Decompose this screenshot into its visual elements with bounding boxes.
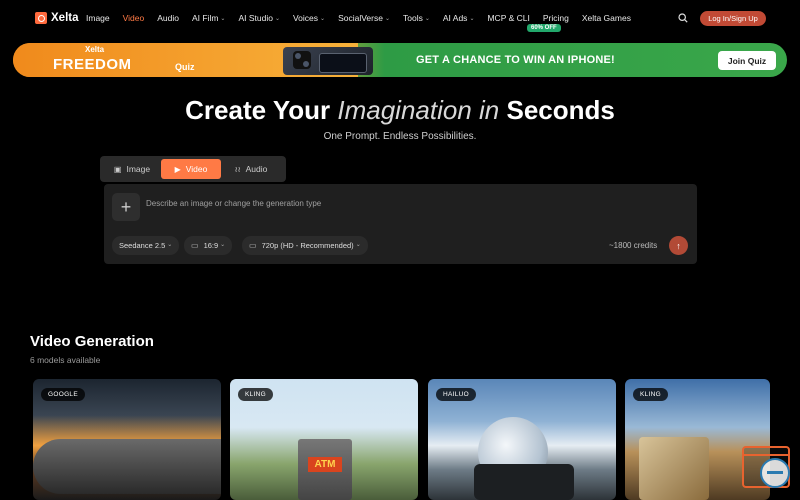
promo-banner[interactable]: Xelta FREEDOM Quiz GET A CHANCE TO WIN A… (13, 43, 787, 77)
plus-icon: + (120, 196, 132, 217)
card-image (33, 439, 221, 494)
logo-icon (35, 12, 47, 24)
chevron-down-icon: ⌄ (355, 242, 361, 248)
brand-name: Xelta (51, 12, 79, 24)
credits-cost: ~1800 credits (609, 241, 658, 250)
chevron-down-icon: ⌄ (424, 16, 430, 22)
nav-item-ai-studio[interactable]: AI Studio ⌄ (238, 13, 280, 23)
section-title: Video Generation (30, 333, 154, 350)
phone-image (283, 47, 373, 75)
aspect-ratio-select[interactable]: ▭ 16:9 ⌄ (184, 236, 233, 255)
hero-title-end: Seconds (506, 95, 615, 125)
login-signup-button[interactable]: Log In/Sign Up (700, 11, 766, 26)
generate-button[interactable]: ↑ (669, 236, 688, 255)
chevron-down-icon: ⌄ (384, 16, 390, 22)
hero-title-start: Create Your (185, 95, 331, 125)
image-icon: ▣ (113, 164, 122, 174)
add-media-button[interactable]: + (112, 193, 140, 221)
prompt-input[interactable] (146, 199, 566, 208)
hero-subtitle: One Prompt. Endless Possibilities. (323, 131, 477, 142)
nav-item-audio[interactable]: Audio (157, 13, 179, 23)
hero-title: Create Your Imagination in Seconds (0, 95, 800, 126)
chevron-down-icon: ⌄ (320, 16, 326, 22)
nav-item-image[interactable]: Image (86, 13, 110, 23)
nav-item-mcp-cli[interactable]: MCP & CLI (487, 13, 529, 23)
nav-item-voices[interactable]: Voices ⌄ (293, 13, 325, 23)
atm-sign: ATM (308, 457, 342, 472)
resolution-label: 720p (HD - Recommended) (261, 241, 354, 250)
tab-label: Audio (245, 164, 268, 174)
model-badge: HAILUO (436, 388, 477, 401)
nav-item-xelta-games[interactable]: Xelta Games (582, 13, 631, 23)
model-card-kling[interactable]: ATM KLING (230, 379, 418, 500)
model-card-hailuo[interactable]: HAILUO (428, 379, 616, 500)
card-image: ATM (298, 439, 352, 500)
audio-icon: ≀≀ (234, 164, 241, 174)
widget-bar (744, 454, 788, 456)
nav-menu: Image Video Audio AI Film ⌄ AI Studio ⌄ Vo… (86, 13, 644, 23)
model-badge: KLING (238, 388, 274, 401)
model-card-google[interactable]: GOOGLE (33, 379, 221, 500)
nav-item-ai-film[interactable]: AI Film ⌄ (192, 13, 225, 23)
search-icon[interactable] (678, 13, 688, 23)
chevron-down-icon: ⌄ (469, 16, 475, 22)
nav-item-socialverse[interactable]: SocialVerse ⌄ (338, 13, 390, 23)
chat-widget-icon[interactable] (760, 458, 790, 488)
nav-item-pricing[interactable]: Pricing (543, 13, 569, 23)
chevron-down-icon: ⌄ (167, 242, 173, 248)
model-badge: KLING (633, 388, 669, 401)
card-image (639, 437, 709, 500)
tab-label: Image (126, 164, 151, 174)
ratio-label: 16:9 (203, 241, 219, 250)
nav-item-video[interactable]: Video (123, 13, 145, 23)
phone-camera-icon (293, 51, 311, 69)
generation-type-tabs: ▣ Image ▶ Video ≀≀ Audio (100, 156, 286, 182)
resolution-select[interactable]: ▭ 720p (HD - Recommended) ⌄ (242, 236, 368, 255)
model-badge: GOOGLE (41, 388, 85, 401)
card-image-camera (474, 464, 574, 500)
tab-audio[interactable]: ≀≀ Audio (221, 159, 281, 179)
chevron-down-icon: ⌄ (220, 242, 226, 248)
phone-screen (319, 53, 367, 73)
tab-image[interactable]: ▣ Image (103, 159, 161, 179)
banner-freedom-text: FREEDOM (53, 56, 132, 73)
section-subtitle: 6 models available (30, 355, 101, 365)
top-nav: Xelta Image Video Audio AI Film ⌄ AI Stud… (0, 0, 800, 38)
nav-item-tools[interactable]: Tools ⌄ (403, 13, 430, 23)
discount-badge: 60% OFF (527, 24, 561, 32)
chevron-down-icon: ⌄ (274, 16, 280, 22)
model-select[interactable]: Seedance 2.5 ⌄ (112, 236, 180, 255)
tab-label: Video (185, 164, 208, 174)
banner-quiz-text: Quiz (175, 62, 195, 72)
nav-item-ai-ads[interactable]: AI Ads ⌄ (443, 13, 475, 23)
tab-video[interactable]: ▶ Video (161, 159, 221, 179)
model-label: Seedance 2.5 (119, 241, 166, 250)
brand-logo[interactable]: Xelta (35, 12, 79, 24)
banner-cta-text: GET A CHANCE TO WIN AN IPHONE! (416, 54, 615, 66)
aspect-ratio-icon: ▭ (191, 241, 199, 250)
arrow-up-icon: ↑ (676, 240, 681, 251)
join-quiz-button[interactable]: Join Quiz (718, 51, 776, 70)
video-icon: ▶ (174, 164, 181, 174)
banner-brand: Xelta (85, 45, 105, 54)
chevron-down-icon: ⌄ (220, 16, 226, 22)
monitor-icon: ▭ (249, 241, 257, 250)
hero-title-italic: Imagination in (337, 95, 500, 125)
prompt-box: + Seedance 2.5 ⌄ ▭ 16:9 ⌄ ▭ 720p (HD - R… (104, 184, 697, 264)
